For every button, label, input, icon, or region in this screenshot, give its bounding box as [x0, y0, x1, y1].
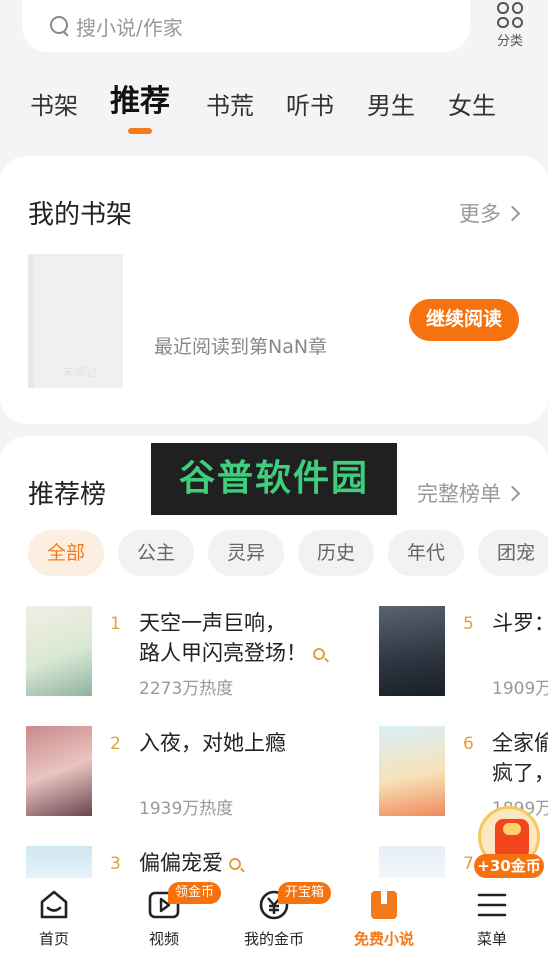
book-cover-image: [379, 726, 445, 816]
chip-all[interactable]: 全部: [28, 530, 104, 576]
tab-recommend[interactable]: 推荐: [110, 82, 170, 134]
book-title: 全家偷: [492, 731, 548, 755]
nav-free-novels-label: 免费小说: [353, 930, 414, 948]
tab-book-shortage[interactable]: 书荒: [206, 86, 254, 126]
search-bar[interactable]: 搜小说/作家: [22, 0, 470, 52]
book-title: 斗罗：: [492, 611, 548, 635]
category-button[interactable]: 分类: [490, 0, 530, 52]
chip-princess[interactable]: 公主: [118, 530, 194, 576]
nav-my-coins-label: 我的金币: [243, 930, 304, 948]
audio-search-icon: [313, 648, 325, 660]
book-title-line2: 路人甲闪亮登场！: [139, 638, 325, 668]
rank-number: 6: [463, 734, 474, 754]
full-ranking-link[interactable]: 完整榜单: [417, 478, 518, 508]
rank-number: 2: [110, 734, 121, 754]
tab-audiobook[interactable]: 听书: [286, 86, 334, 126]
book-cover-text: 未读过: [62, 365, 99, 379]
chip-history[interactable]: 历史: [298, 530, 374, 576]
rank-number: 1: [110, 614, 121, 634]
nav-home[interactable]: 首页: [4, 888, 104, 949]
heat-count: 1939万热度: [139, 799, 234, 819]
category-icon: [497, 2, 523, 28]
book-cover-image: [26, 726, 92, 816]
chip-supernatural[interactable]: 灵异: [208, 530, 284, 576]
book-title-line2: 疯了，: [492, 761, 548, 785]
continue-reading-button[interactable]: 继续阅读: [409, 299, 519, 341]
book-title: 天空一声巨响，: [139, 611, 286, 635]
book-cover[interactable]: 未读过: [28, 254, 123, 388]
tab-bookshelf[interactable]: 书架: [30, 86, 78, 126]
book-cover-image: [379, 606, 445, 696]
bottom-nav: 首页 领金币 视频 开宝箱 我的金币 免费小说 菜单: [0, 878, 548, 958]
audio-search-icon: [229, 858, 241, 870]
ranking-card: 推荐榜 谷普软件园 完整榜单 全部 公主 灵异 历史 年代 团宠 1 天空一声巨…: [0, 436, 548, 896]
rank-number: 3: [110, 854, 121, 874]
book-icon: [367, 888, 401, 922]
ranking-title: 推荐榜: [28, 480, 107, 510]
top-tabs: 书架 推荐 书荒 听书 男生 女生: [0, 84, 548, 138]
watermark-logo: 谷普软件园: [151, 443, 397, 515]
category-label: 分类: [496, 34, 523, 49]
nav-video-label: 视频: [148, 930, 179, 948]
nav-free-novels[interactable]: 免费小说: [334, 888, 434, 949]
video-badge: 领金币: [168, 882, 222, 904]
coins-badge: 开宝箱: [278, 882, 332, 904]
chip-family-pet[interactable]: 团宠: [478, 530, 548, 576]
chip-era[interactable]: 年代: [388, 530, 464, 576]
nav-menu[interactable]: 菜单: [442, 888, 542, 949]
heat-count: 1909万: [492, 679, 548, 699]
menu-icon: [475, 888, 509, 922]
tab-female[interactable]: 女生: [448, 86, 496, 126]
coin-reward-float[interactable]: +30金币: [470, 806, 548, 878]
last-read-text: 最近阅读到第NaN章: [154, 336, 328, 358]
book-title: 入夜，对她上瘾: [139, 731, 286, 755]
coin-reward-label: +30金币: [474, 854, 544, 878]
bookshelf-title: 我的书架: [28, 200, 133, 230]
bookshelf-more-link[interactable]: 更多: [459, 198, 518, 228]
nav-my-coins[interactable]: 开宝箱 我的金币: [224, 882, 332, 949]
bookshelf-card: 我的书架 更多 未读过 最近阅读到第NaN章 继续阅读: [0, 156, 548, 424]
nav-video[interactable]: 领金币 视频: [114, 882, 222, 949]
rank-number: 5: [463, 614, 474, 634]
nav-menu-label: 菜单: [476, 930, 507, 948]
nav-home-label: 首页: [38, 930, 69, 948]
tab-male[interactable]: 男生: [367, 86, 415, 126]
home-icon: [37, 888, 71, 922]
heat-count: 2273万热度: [139, 679, 234, 699]
book-cover-image: [26, 606, 92, 696]
book-title: 偏偏宠爱: [139, 848, 241, 878]
search-icon: [50, 16, 70, 36]
search-placeholder: 搜小说/作家: [76, 15, 183, 40]
